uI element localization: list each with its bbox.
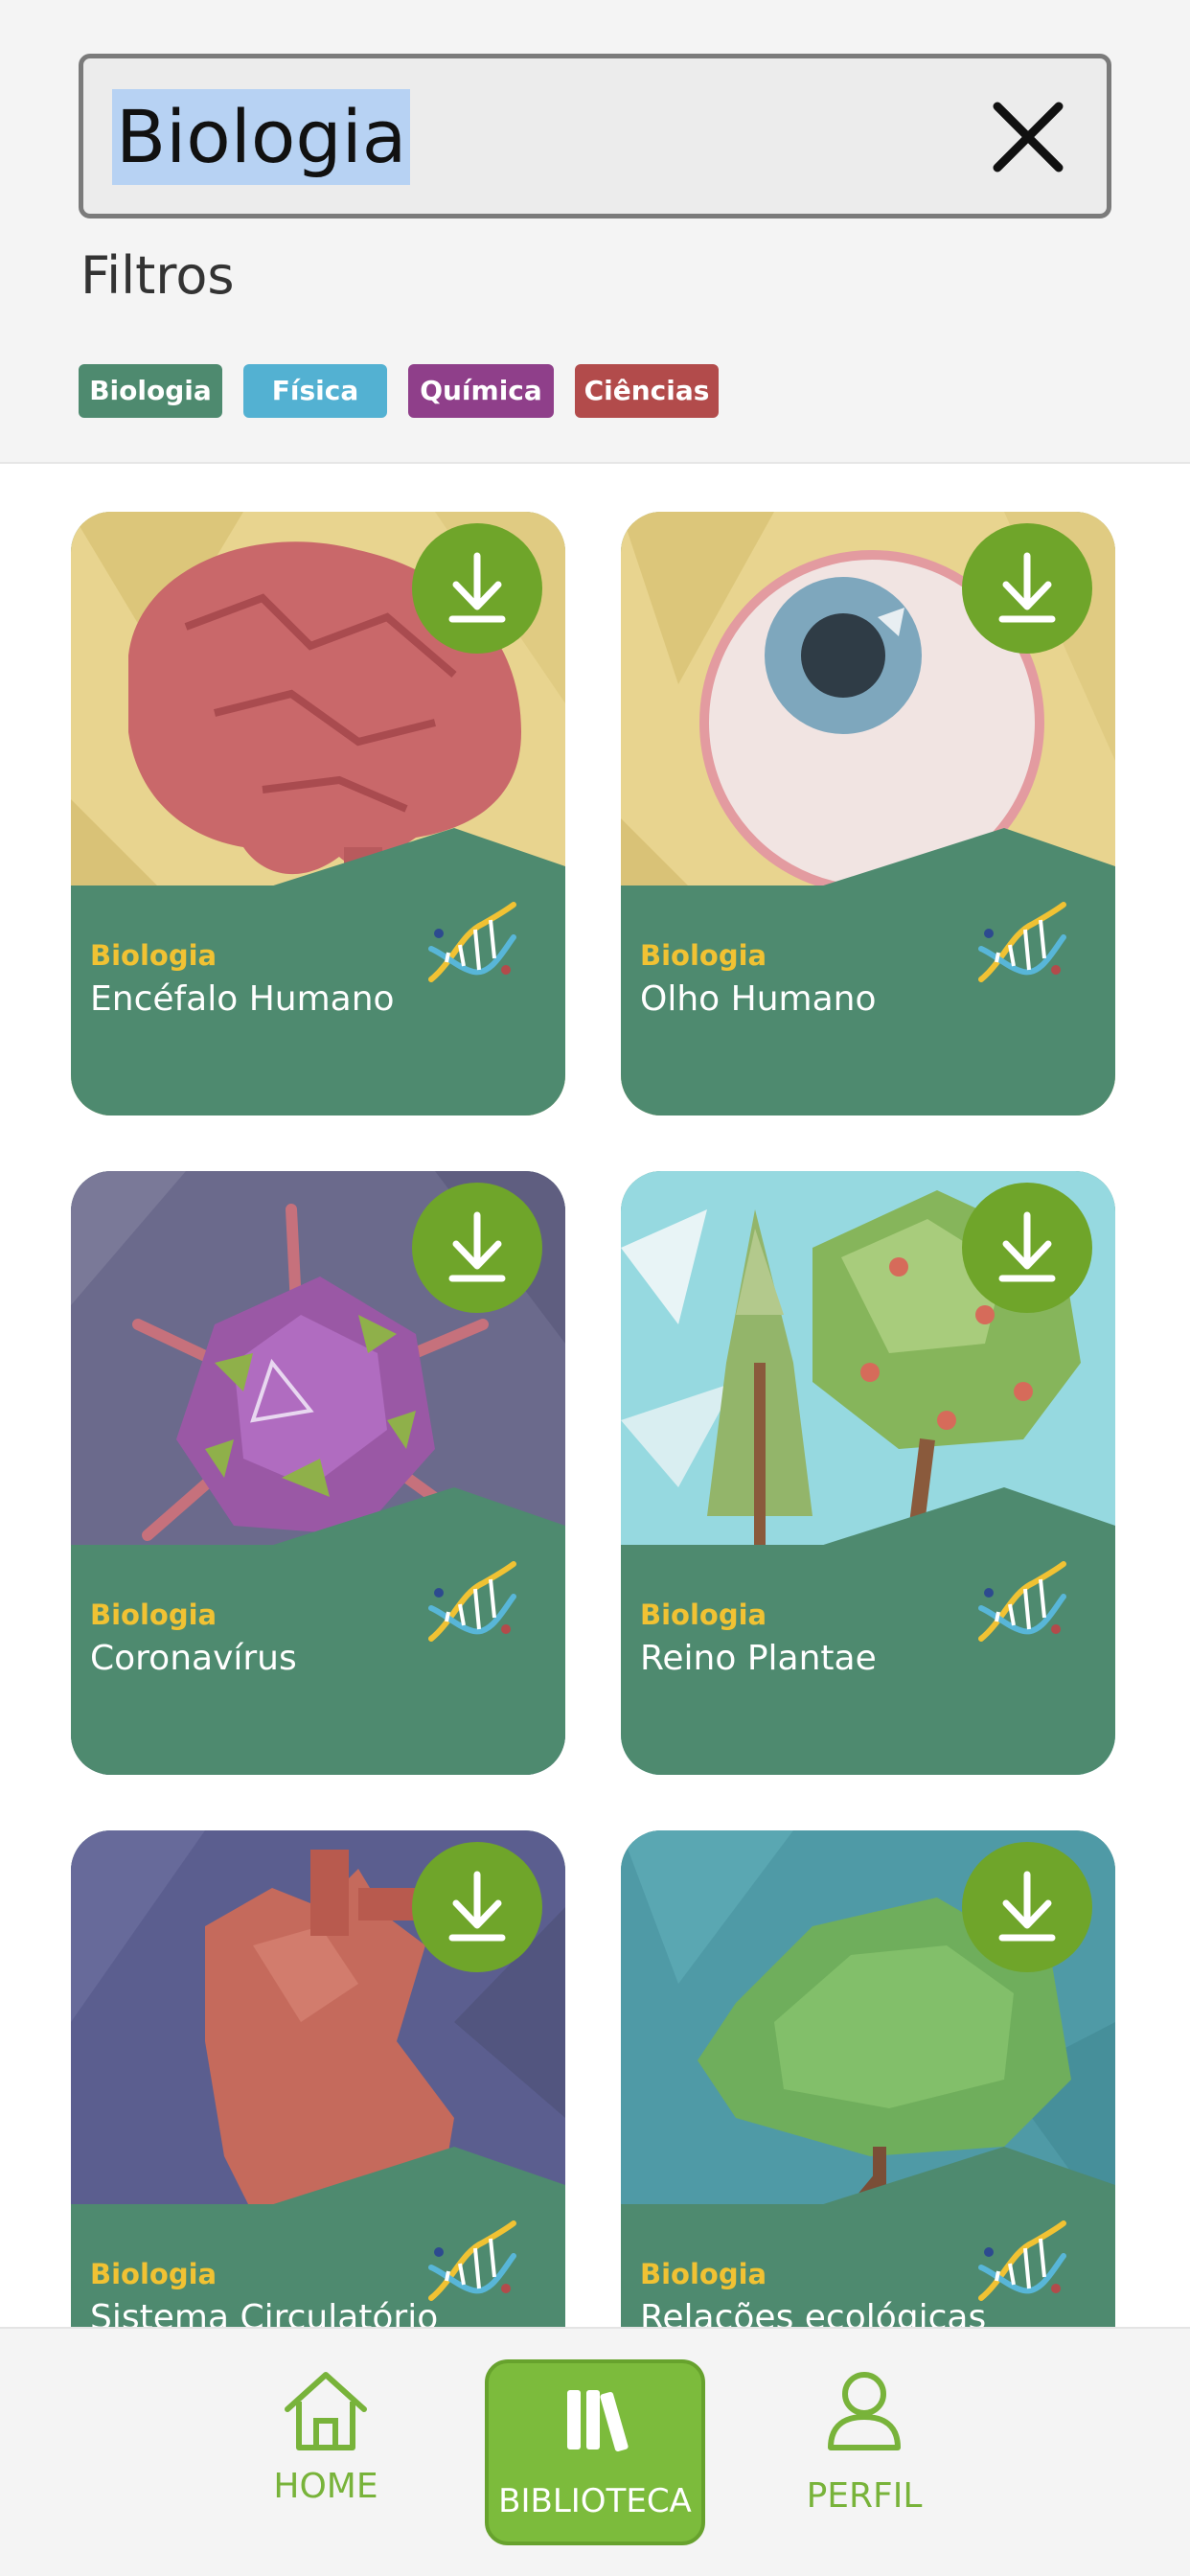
card-title: Coronavírus: [90, 1639, 297, 1678]
card-category: Biologia: [640, 2258, 767, 2290]
filter-chip-ciencias[interactable]: Ciências: [575, 364, 719, 418]
filter-chip-biologia[interactable]: Biologia: [79, 364, 222, 418]
library-card[interactable]: Biologia Relações ecológicas: [621, 1830, 1115, 2327]
card-category: Biologia: [90, 2258, 217, 2290]
dna-icon: [423, 1554, 519, 1650]
filter-chip-quimica[interactable]: Química: [408, 364, 554, 418]
search-header: Biologia Filtros Biologia Física Química…: [0, 0, 1190, 464]
nav-library-label: BIBLIOTECA: [498, 2482, 692, 2520]
search-input[interactable]: Biologia: [79, 54, 1111, 218]
home-icon: [285, 2372, 367, 2450]
search-query-text[interactable]: Biologia: [112, 89, 411, 185]
dna-icon: [973, 2214, 1069, 2310]
dna-icon: [423, 2214, 519, 2310]
download-icon[interactable]: [412, 1842, 542, 1972]
dna-icon: [973, 1554, 1069, 1650]
library-card[interactable]: Biologia Coronavírus: [71, 1171, 565, 1775]
download-icon[interactable]: [962, 523, 1092, 654]
nav-library[interactable]: BIBLIOTECA: [485, 2359, 705, 2545]
card-title: Encéfalo Humano: [90, 979, 395, 1019]
library-card[interactable]: Biologia Olho Humano: [621, 512, 1115, 1116]
library-card[interactable]: Biologia Reino Plantae: [621, 1171, 1115, 1775]
bottom-navigation: HOME BIBLIOTECA PERFIL: [0, 2327, 1190, 2576]
nav-home[interactable]: HOME: [240, 2367, 412, 2506]
books-icon: [567, 2390, 629, 2452]
nav-profile[interactable]: PERFIL: [778, 2367, 950, 2516]
nav-home-label: HOME: [273, 2467, 378, 2506]
library-card[interactable]: Biologia Encéfalo Humano: [71, 512, 565, 1116]
card-title: Relações ecológicas: [640, 2298, 987, 2327]
download-icon[interactable]: [412, 523, 542, 654]
card-category: Biologia: [90, 939, 217, 972]
card-title: Sistema Circulatório: [90, 2298, 439, 2327]
card-category: Biologia: [90, 1598, 217, 1631]
filters-label: Filtros: [80, 245, 235, 306]
dna-icon: [423, 895, 519, 991]
download-icon[interactable]: [962, 1183, 1092, 1313]
card-category: Biologia: [640, 939, 767, 972]
card-title: Olho Humano: [640, 979, 877, 1019]
download-icon[interactable]: [412, 1183, 542, 1313]
user-icon: [828, 2372, 901, 2450]
download-icon[interactable]: [962, 1842, 1092, 1972]
dna-icon: [973, 895, 1069, 991]
close-icon[interactable]: [988, 97, 1068, 177]
card-title: Reino Plantae: [640, 1639, 877, 1678]
filter-chip-fisica[interactable]: Física: [243, 364, 387, 418]
library-grid: Biologia Encéfalo Humano Biologia Olho H…: [0, 466, 1190, 2327]
nav-profile-label: PERFIL: [806, 2476, 923, 2516]
library-card[interactable]: Biologia Sistema Circulatório: [71, 1830, 565, 2327]
card-category: Biologia: [640, 1598, 767, 1631]
